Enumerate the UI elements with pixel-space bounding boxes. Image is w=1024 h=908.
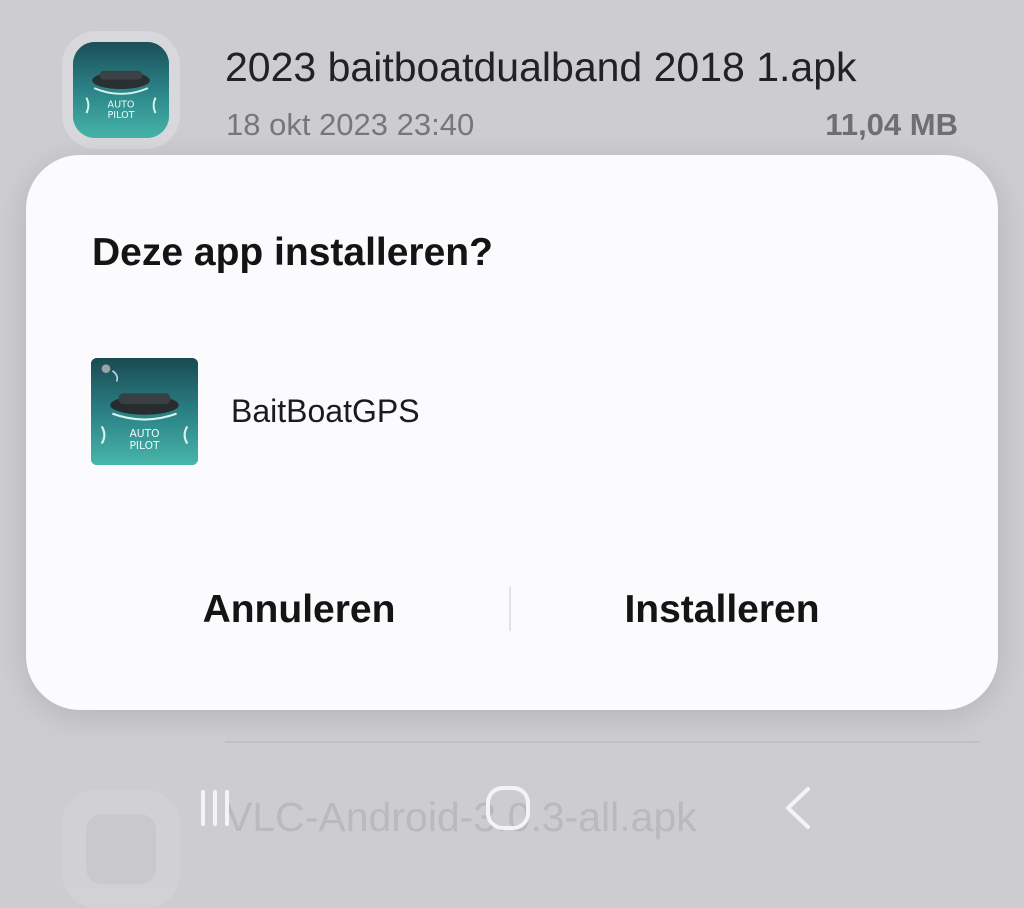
file-icon-container: AUTO PILOT: [62, 31, 180, 149]
back-icon: [786, 787, 810, 829]
app-name: BaitBoatGPS: [231, 393, 420, 429]
recents-button[interactable]: [175, 778, 255, 838]
install-dialog: Deze app installeren? AUTO PILOT BaitBoa…: [26, 155, 998, 710]
list-divider: [225, 741, 980, 743]
dialog-title: Deze app installeren?: [92, 231, 493, 274]
home-icon: [486, 786, 530, 830]
file-date: 18 okt 2023 23:40: [226, 107, 475, 142]
app-icon-text-auto: AUTO: [108, 99, 135, 110]
file-size: 11,04 MB: [825, 107, 958, 142]
app-icon-text-pilot: PILOT: [129, 439, 160, 452]
navigation-bar: [0, 760, 1024, 859]
cancel-button[interactable]: Annuleren: [119, 575, 479, 645]
install-button[interactable]: Installeren: [542, 575, 902, 645]
file-name: 2023 baitboatdualband 2018 1.apk: [225, 44, 857, 90]
home-button[interactable]: [468, 778, 548, 838]
baitboat-app-icon: AUTO PILOT: [73, 42, 169, 138]
button-divider: [509, 587, 511, 631]
back-button[interactable]: [758, 778, 838, 838]
recents-icon: [201, 790, 229, 826]
baitboat-app-icon: AUTO PILOT: [91, 358, 198, 465]
file-list-item[interactable]: AUTO PILOT 2023 baitboatdualband 2018 1.…: [0, 0, 1024, 160]
app-icon-text-pilot: PILOT: [108, 110, 135, 121]
